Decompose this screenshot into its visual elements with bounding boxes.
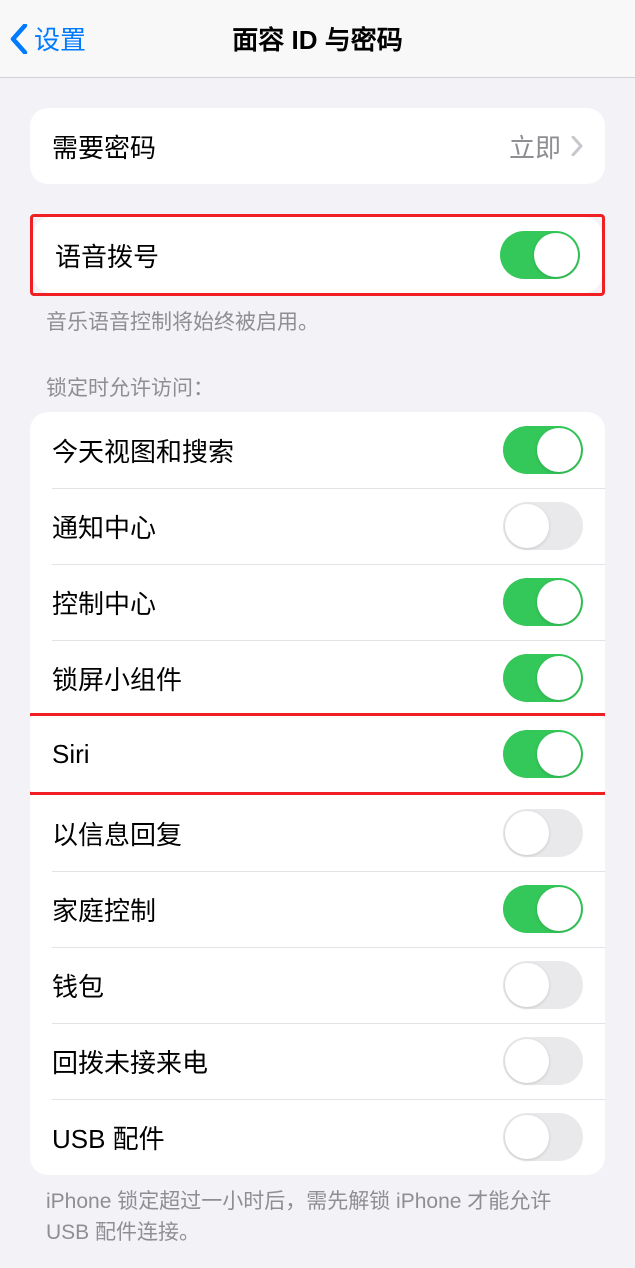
voice-dial-toggle[interactable] <box>500 231 580 279</box>
passcode-group: 需要密码 立即 <box>30 108 605 184</box>
back-button[interactable]: 设置 <box>0 20 86 57</box>
toggle[interactable] <box>503 1113 583 1161</box>
row-label: 回拨未接来电 <box>52 1043 208 1080</box>
lock-access-row[interactable]: 回拨未接来电 <box>30 1023 605 1099</box>
chevron-left-icon <box>10 24 28 54</box>
row-label: 今天视图和搜索 <box>52 432 234 469</box>
toggle[interactable] <box>503 961 583 1009</box>
row-label: 通知中心 <box>52 508 156 545</box>
voice-dial-highlight: 语音拨号 <box>30 214 605 296</box>
lock-section-header: 锁定时允许访问： <box>0 338 635 412</box>
row-label: 以信息回复 <box>52 815 182 852</box>
row-label: 控制中心 <box>52 584 156 621</box>
row-value: 立即 <box>509 128 561 165</box>
lock-section-footer: iPhone 锁定超过一小时后，需先解锁 iPhone 才能允许 USB 配件连… <box>0 1175 635 1248</box>
lock-access-row[interactable]: 家庭控制 <box>30 871 605 947</box>
toggle[interactable] <box>503 809 583 857</box>
voice-dial-footer: 音乐语音控制将始终被启用。 <box>0 296 635 338</box>
row-label: Siri <box>52 739 90 770</box>
toggle[interactable] <box>503 654 583 702</box>
require-passcode-row[interactable]: 需要密码 立即 <box>30 108 605 184</box>
row-label: 家庭控制 <box>52 891 156 928</box>
row-label: USB 配件 <box>52 1119 165 1156</box>
toggle[interactable] <box>503 426 583 474</box>
row-label: 钱包 <box>52 967 104 1004</box>
lock-access-row[interactable]: 钱包 <box>30 947 605 1023</box>
toggle[interactable] <box>503 730 583 778</box>
lock-access-row[interactable]: 今天视图和搜索 <box>30 412 605 488</box>
lock-access-group: 今天视图和搜索通知中心控制中心锁屏小组件 Siri 以信息回复家庭控制钱包回拨未接来… <box>30 412 605 1175</box>
chevron-right-icon <box>571 136 583 156</box>
lock-access-row[interactable]: 锁屏小组件 <box>30 640 605 716</box>
toggle[interactable] <box>503 885 583 933</box>
lock-access-row[interactable]: 控制中心 <box>30 564 605 640</box>
toggle[interactable] <box>503 502 583 550</box>
navbar: 设置 面容 ID 与密码 <box>0 0 635 78</box>
row-value-wrap: 立即 <box>509 128 583 165</box>
lock-access-row[interactable]: 以信息回复 <box>30 795 605 871</box>
lock-access-row[interactable]: 通知中心 <box>30 488 605 564</box>
voice-dial-row[interactable]: 语音拨号 <box>33 217 602 293</box>
toggle[interactable] <box>503 1037 583 1085</box>
back-label: 设置 <box>34 20 86 57</box>
row-label: 需要密码 <box>52 128 156 165</box>
siri-highlight: Siri <box>30 713 605 795</box>
row-label: 语音拨号 <box>55 237 159 274</box>
row-label: 锁屏小组件 <box>52 660 182 697</box>
lock-access-row[interactable]: USB 配件 <box>30 1099 605 1175</box>
lock-access-row[interactable]: Siri <box>30 716 605 792</box>
page-title: 面容 ID 与密码 <box>0 20 635 57</box>
toggle[interactable] <box>503 578 583 626</box>
